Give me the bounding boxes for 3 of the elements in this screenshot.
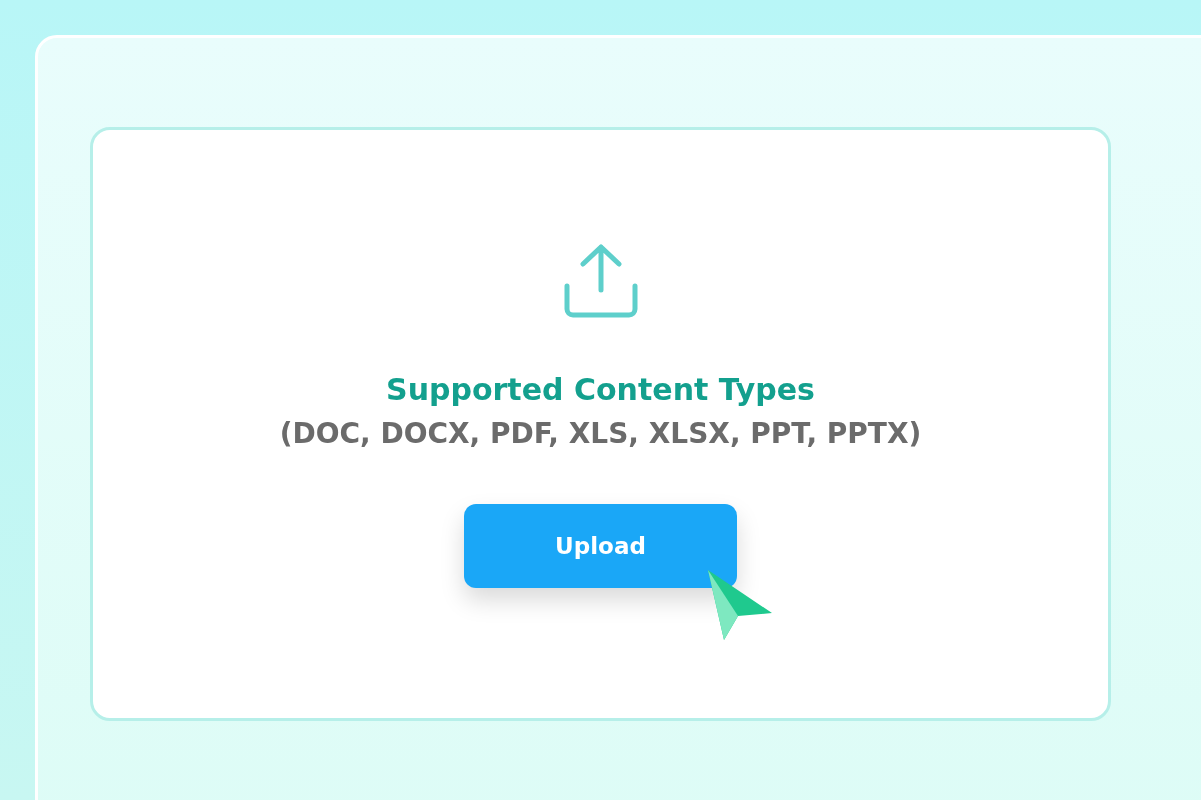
card-title: Supported Content Types	[386, 372, 815, 407]
file-types-text: (DOC, DOCX, PDF, XLS, XLSX, PPT, PPTX)	[279, 417, 922, 450]
upload-button[interactable]: Upload	[464, 504, 737, 588]
